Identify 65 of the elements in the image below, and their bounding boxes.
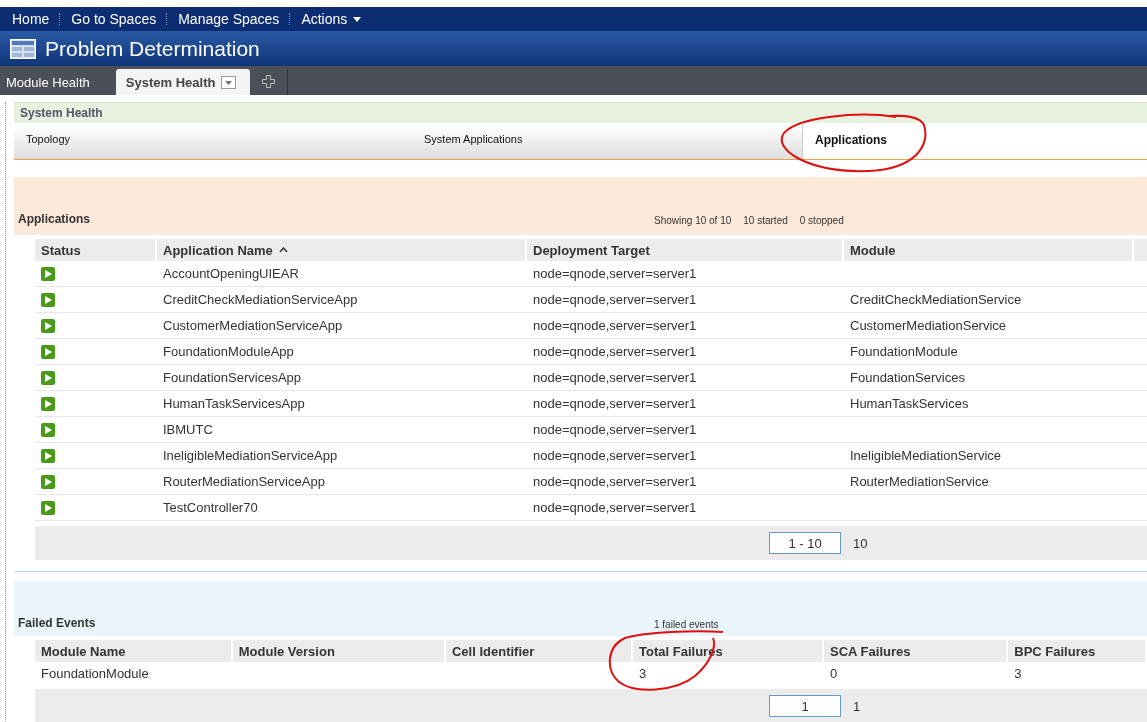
page-tab[interactable]: System Health	[115, 69, 251, 95]
sub-tab[interactable]: Topology	[14, 125, 83, 155]
table-cell: node=qnode,server=server1	[533, 344, 697, 359]
sub-tab[interactable]: System Applications	[412, 125, 535, 155]
page-number-field[interactable]: 1	[769, 695, 841, 717]
page-total: 10	[853, 535, 868, 551]
nav-link[interactable]: Actions	[294, 11, 369, 27]
page-range-field[interactable]: 1 - 10	[769, 532, 841, 554]
page-tab[interactable]: Module Health	[0, 69, 94, 95]
space-icon	[10, 38, 36, 59]
table-cell: CustomerMediationServiceApp	[163, 318, 343, 333]
dropdown-icon	[221, 75, 237, 89]
summary-text: 10 started	[743, 215, 788, 226]
table-cell: FoundationModule	[850, 344, 958, 359]
table-cell: IBMUTC	[163, 422, 213, 437]
table-cell: node=qnode,server=server1	[533, 448, 697, 463]
column-header[interactable]: Module Version	[238, 643, 335, 659]
table-cell: IneligibleMediationServiceApp	[163, 448, 338, 463]
table-cell: node=qnode,server=server1	[533, 292, 697, 307]
column-header[interactable]: BPC Failures	[1014, 643, 1096, 659]
caret-icon	[353, 16, 362, 22]
section-title: Applications	[18, 212, 91, 226]
table-cell: HumanTaskServices	[850, 396, 969, 411]
table-cell: node=qnode,server=server1	[533, 396, 697, 411]
add-tab-icon[interactable]	[262, 75, 276, 88]
table-cell: RouterMediationService	[850, 474, 989, 489]
table-cell: FoundationServicesApp	[163, 370, 302, 385]
column-header[interactable]: Application Name	[157, 239, 527, 261]
panel-title: System Health	[20, 106, 103, 120]
nav-link[interactable]: Go to Spaces	[64, 11, 164, 27]
table-cell: TestController70	[163, 500, 258, 515]
table-cell: CreditCheckMediationService	[850, 292, 1022, 307]
column-header[interactable]: Status	[35, 239, 157, 261]
table-cell: FoundationModule	[41, 665, 149, 681]
column-header[interactable]: SCA Failures	[830, 643, 911, 659]
table-cell: node=qnode,server=server1	[533, 474, 697, 489]
column-header[interactable]: Cell Identifier	[451, 643, 535, 659]
summary-text: 1 failed events	[654, 619, 719, 630]
table-cell: FoundationModuleApp	[163, 344, 294, 359]
table-cell: CreditCheckMediationServiceApp	[163, 292, 358, 307]
table-cell: 0	[830, 665, 838, 681]
table-cell: node=qnode,server=server1	[533, 318, 697, 333]
page-title: Problem Determination	[45, 36, 260, 61]
column-header[interactable]: Deployment Target	[527, 239, 844, 261]
table-cell: FoundationServices	[850, 370, 965, 385]
table-cell: node=qnode,server=server1	[533, 370, 697, 385]
sub-tab[interactable]: Applications	[802, 125, 1147, 159]
column-header[interactable]: Module	[844, 239, 1134, 261]
table-cell: HumanTaskServicesApp	[163, 396, 305, 411]
summary-text: Showing 10 of 10	[654, 215, 732, 226]
summary-text: 0 stopped	[799, 215, 844, 226]
table-cell: node=qnode,server=server1	[533, 500, 697, 515]
column-header[interactable]: Module Name	[41, 643, 126, 659]
table-cell: AccountOpeningUIEAR	[163, 266, 299, 281]
table-cell: IneligibleMediationService	[850, 448, 1002, 463]
section-title: Failed Events	[18, 616, 97, 630]
table-cell: node=qnode,server=server1	[533, 422, 697, 437]
table-cell: node=qnode,server=server1	[533, 266, 697, 281]
table-cell: RouterMediationServiceApp	[163, 474, 325, 489]
table-cell: 3	[639, 665, 647, 681]
page-total: 1	[853, 698, 861, 714]
table-cell: CustomerMediationService	[850, 318, 1007, 333]
table-cell: 3	[1014, 665, 1022, 681]
nav-link[interactable]: Home	[5, 11, 57, 27]
nav-link[interactable]: Manage Spaces	[171, 11, 287, 27]
